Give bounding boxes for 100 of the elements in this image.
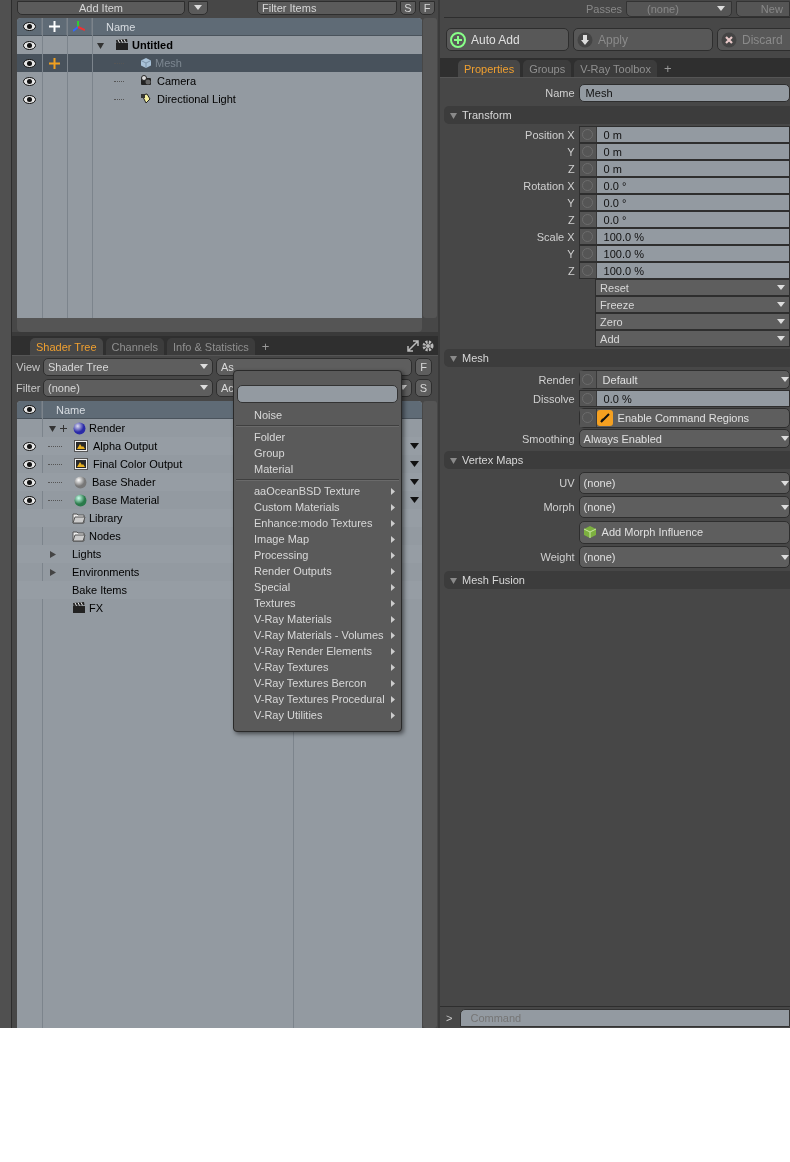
dropdown[interactable]: Shader Tree xyxy=(43,357,213,376)
settings-icon[interactable] xyxy=(422,340,434,352)
number-field[interactable]: 0 m xyxy=(578,160,790,177)
item-row[interactable]: Untitled xyxy=(17,36,422,54)
tree-item-name[interactable]: Lights xyxy=(72,548,102,560)
tree-item-name[interactable]: FX xyxy=(89,602,104,614)
checkbox-control[interactable]: Enable Command Regions xyxy=(578,407,790,428)
menu-item[interactable]: V-Ray Utilities xyxy=(236,707,399,723)
number-field[interactable]: 0.0 ° xyxy=(578,194,790,211)
item-row[interactable]: Camera xyxy=(17,72,422,90)
menu-item[interactable]: Processing xyxy=(236,547,399,563)
number-field[interactable]: 0.0 % xyxy=(578,390,790,407)
collapse-triangle-icon[interactable] xyxy=(96,41,104,49)
visibility-eye-icon[interactable] xyxy=(23,477,36,487)
add-item-button[interactable]: Add Item xyxy=(17,0,185,15)
tree-item-name[interactable]: Render xyxy=(89,422,126,434)
expand-triangle-icon[interactable] xyxy=(48,550,56,558)
menu-item[interactable]: Image Map xyxy=(236,531,399,547)
visibility-eye-icon[interactable] xyxy=(23,459,36,469)
menu-item[interactable]: V-Ray Textures Bercon xyxy=(236,675,399,691)
dropdown-menu-button[interactable]: Reset xyxy=(595,279,790,296)
menu-item[interactable]: V-Ray Textures xyxy=(236,659,399,675)
menu-item[interactable]: V-Ray Materials - Volumes xyxy=(236,627,399,643)
dropdown-menu-button[interactable]: Freeze xyxy=(595,296,790,313)
panel-tab[interactable]: Info & Statistics xyxy=(167,338,255,355)
add-morph-influence-button[interactable]: Add Morph Influence xyxy=(578,520,790,544)
number-field[interactable]: 0 m xyxy=(578,143,790,160)
section-header[interactable]: Transform xyxy=(444,106,790,124)
toggle-button[interactable]: F xyxy=(415,357,432,376)
menu-item[interactable]: V-Ray Render Elements xyxy=(236,643,399,659)
dropdown[interactable]: Always Enabled xyxy=(578,429,790,448)
add-tab-button[interactable]: + xyxy=(257,338,274,355)
dropdown[interactable]: Default xyxy=(578,370,790,389)
tree-item-name[interactable]: Alpha Output xyxy=(93,440,158,452)
panel-tab[interactable]: V-Ray Toolbox xyxy=(574,60,657,77)
collapse-triangle-icon[interactable] xyxy=(48,424,56,432)
visibility-eye-icon[interactable] xyxy=(23,40,36,50)
tree-item-name[interactable]: Final Color Output xyxy=(93,458,183,470)
dropdown-menu-button[interactable]: Add xyxy=(595,330,790,347)
tree-item-name[interactable]: Environments xyxy=(72,566,140,578)
panel-tab[interactable]: Groups xyxy=(523,60,572,77)
expand-triangle-icon[interactable] xyxy=(48,568,56,576)
blend-mode-caret-icon[interactable] xyxy=(410,461,419,467)
menu-item[interactable]: aaOceanBSD Texture xyxy=(236,483,399,499)
toggle-button[interactable]: S xyxy=(415,378,432,397)
menu-item[interactable]: Enhance:modo Textures xyxy=(236,515,399,531)
panel-tab[interactable]: Channels xyxy=(105,338,165,355)
section-header[interactable]: Vertex Maps xyxy=(444,451,790,469)
name-field[interactable]: Mesh xyxy=(578,84,790,102)
number-field[interactable]: 100.0 % xyxy=(578,262,790,279)
action-button[interactable]: Auto Add xyxy=(446,28,569,51)
visibility-eye-icon[interactable] xyxy=(23,76,36,86)
menu-item[interactable]: V-Ray Textures Procedural xyxy=(236,691,399,707)
section-header[interactable]: Mesh xyxy=(444,349,790,367)
item-row[interactable]: Directional Light xyxy=(17,90,422,108)
menu-item[interactable]: Textures xyxy=(236,595,399,611)
collapse-triangle-icon[interactable] xyxy=(450,456,457,464)
menu-item[interactable]: V-Ray Materials xyxy=(236,611,399,627)
add-item-dropdown-button[interactable] xyxy=(188,0,208,15)
visibility-eye-icon[interactable] xyxy=(23,495,36,505)
menu-search-field[interactable] xyxy=(237,385,398,403)
filter-toggle-button[interactable]: F xyxy=(419,0,435,15)
number-field[interactable]: 100.0 % xyxy=(578,228,790,245)
dropdown[interactable]: (none) xyxy=(578,472,790,494)
menu-item[interactable]: Noise xyxy=(236,407,399,423)
menu-item[interactable]: Render Outputs xyxy=(236,563,399,579)
visibility-eye-icon[interactable] xyxy=(22,22,36,31)
add-tab-button[interactable]: + xyxy=(659,60,676,77)
dropdown-menu-button[interactable]: Zero xyxy=(595,313,790,330)
filter-toggle-button[interactable]: S xyxy=(400,0,416,15)
blend-mode-caret-icon[interactable] xyxy=(410,479,419,485)
menu-item[interactable]: Special xyxy=(236,579,399,595)
visibility-eye-icon[interactable] xyxy=(23,94,36,104)
dropdown[interactable]: (none) xyxy=(578,546,790,568)
filter-items-field[interactable]: Filter Items xyxy=(257,0,397,15)
tree-item-name[interactable]: Library xyxy=(89,512,123,524)
maximize-icon[interactable] xyxy=(407,340,419,352)
section-header[interactable]: Mesh Fusion xyxy=(444,571,790,589)
menu-item[interactable]: Custom Materials xyxy=(236,499,399,515)
number-field[interactable]: 100.0 % xyxy=(578,245,790,262)
tree-item-name[interactable]: Bake Items xyxy=(72,584,128,596)
dropdown[interactable]: (none) xyxy=(578,496,790,518)
menu-item[interactable]: Folder xyxy=(236,429,399,445)
collapse-triangle-icon[interactable] xyxy=(450,576,457,584)
tree-item-name[interactable]: Nodes xyxy=(89,530,121,542)
dropdown[interactable]: (none) xyxy=(43,378,213,397)
plus-icon[interactable] xyxy=(60,424,67,432)
visibility-eye-icon[interactable] xyxy=(23,441,36,451)
number-field[interactable]: 0.0 ° xyxy=(578,177,790,194)
collapse-triangle-icon[interactable] xyxy=(450,354,457,362)
menu-item[interactable]: Material xyxy=(236,461,399,477)
collapse-triangle-icon[interactable] xyxy=(450,111,457,119)
blend-mode-caret-icon[interactable] xyxy=(410,497,419,503)
panel-tab[interactable]: Properties xyxy=(458,60,521,77)
panel-tab[interactable]: Shader Tree xyxy=(30,338,103,355)
menu-item[interactable]: Group xyxy=(236,445,399,461)
tree-item-name[interactable]: Base Shader xyxy=(92,476,156,488)
number-field[interactable]: 0 m xyxy=(578,126,790,143)
blend-mode-caret-icon[interactable] xyxy=(410,443,419,449)
visibility-eye-icon[interactable] xyxy=(22,405,36,414)
